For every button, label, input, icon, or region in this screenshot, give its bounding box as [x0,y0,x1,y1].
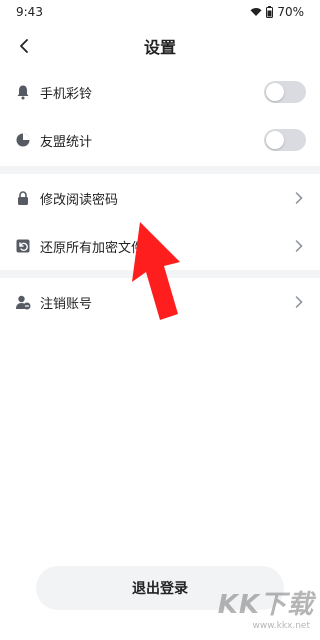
chevron-right-icon [292,295,306,309]
lock-icon [14,189,32,207]
toggle-knob [266,83,284,101]
section-divider [0,166,320,174]
bell-icon [14,83,32,101]
restore-icon [14,237,32,255]
battery-percent: 70% [277,5,304,19]
watermark: KK下载 www.kkx.net [194,582,314,632]
watermark-logo: KK下载 [217,589,314,620]
toggle-knob [266,131,284,149]
chevron-left-icon [20,39,28,53]
wifi-icon [250,8,262,16]
pie-chart-icon [14,131,32,149]
ringtone-toggle[interactable] [264,81,306,103]
status-bar: 9:43 70% [0,0,320,24]
setting-row-alliance-stats: 友盟统计 [0,116,320,164]
setting-row-ringtone: 手机彩铃 [0,68,320,116]
user-remove-icon [14,293,32,311]
status-time: 9:43 [16,5,43,19]
alliance-stats-toggle[interactable] [264,129,306,151]
status-icons: 70% [250,5,304,19]
watermark-url: www.kkx.net [252,620,311,631]
header: 设置 [0,24,320,68]
setting-label-ringtone: 手机彩铃 [40,86,93,102]
chevron-right-icon [292,239,306,253]
setting-label-alliance-stats: 友盟统计 [40,134,93,150]
back-button[interactable] [10,32,38,60]
page-title: 设置 [143,38,176,57]
setting-row-change-password[interactable]: 修改阅读密码 [0,174,320,222]
setting-label-change-password: 修改阅读密码 [40,192,119,208]
chevron-right-icon [292,191,306,205]
battery-icon [266,6,274,18]
red-arrow-annotation [132,222,180,320]
